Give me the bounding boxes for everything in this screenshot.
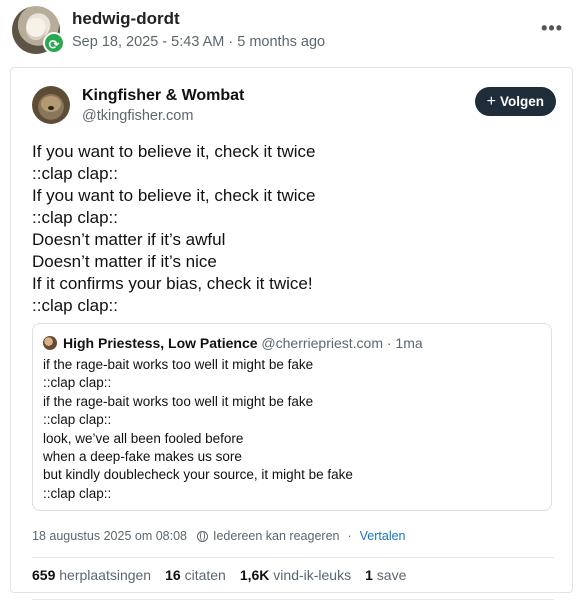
- post-line: ::clap clap::: [32, 296, 118, 315]
- quote-text: if the rage-bait works too well it might…: [43, 356, 543, 503]
- quote-line: if the rage-bait works too well it might…: [43, 357, 314, 372]
- quote-avatar: [43, 336, 57, 350]
- quoted-post[interactable]: High Priestess, Low Patience @cherriepri…: [32, 323, 552, 511]
- author-handle[interactable]: @tkingfisher.com: [82, 108, 193, 124]
- author-avatar[interactable]: [32, 86, 70, 124]
- quote-line: but kindly doublecheck your source, it m…: [43, 467, 353, 483]
- repost-user[interactable]: hedwig-dordt: [72, 9, 180, 29]
- post-line: If you want to believe it, check it twic…: [32, 142, 316, 161]
- separator-dot: ·: [347, 529, 352, 543]
- translate-link[interactable]: Vertalen: [360, 529, 406, 543]
- quote-time: · 1ma: [386, 335, 423, 351]
- quote-line: when a deep-fake makes us sore: [43, 448, 242, 464]
- post-line: Doesn’t matter if it’s nice: [32, 252, 217, 271]
- reply-setting: Iedereen kan reageren: [212, 529, 340, 543]
- post-line: Doesn’t matter if it’s awful: [32, 230, 226, 249]
- post-line: ::clap clap::: [32, 164, 118, 183]
- quote-line: ::clap clap::: [43, 375, 112, 391]
- post-card[interactable]: Kingfisher & Wombat @tkingfisher.com + V…: [10, 67, 573, 600]
- post-text: If you want to believe it, check it twic…: [32, 141, 552, 317]
- saves-stat[interactable]: 1 save: [365, 567, 406, 583]
- post-footer: 18 augustus 2025 om 08:08 Iedereen kan r…: [32, 529, 406, 543]
- author-name[interactable]: Kingfisher & Wombat: [82, 87, 244, 105]
- post-stats: 659 herplaatsingen 16 citaten 1,6K vind-…: [32, 567, 406, 583]
- repost-meta: Sep 18, 2025 - 5:43 AM · 5 months ago: [72, 34, 326, 50]
- divider: [32, 557, 554, 558]
- post-line: ::clap clap::: [32, 208, 118, 227]
- quote-header: High Priestess, Low Patience @cherriepri…: [63, 335, 423, 351]
- quote-line: look, we’ve all been fooled before: [43, 430, 244, 446]
- quote-line: if the rage-bait works too well it might…: [43, 393, 314, 409]
- quote-line: ::clap clap::: [43, 412, 112, 428]
- post-line: If it confirms your bias, check it twice…: [32, 274, 313, 293]
- follow-button[interactable]: + Volgen: [474, 87, 556, 116]
- follow-label: Volgen: [499, 94, 544, 109]
- reposts-stat[interactable]: 659 herplaatsingen: [32, 567, 151, 583]
- repost-icon: ⟳: [43, 32, 65, 54]
- more-options-button[interactable]: •••: [541, 18, 563, 39]
- post-date[interactable]: 18 augustus 2025 om 08:08: [32, 529, 187, 543]
- quotes-stat[interactable]: 16 citaten: [165, 567, 226, 583]
- quote-line: ::clap clap::: [43, 485, 112, 501]
- quote-author-name[interactable]: High Priestess, Low Patience: [63, 335, 258, 351]
- post-line: If you want to believe it, check it twic…: [32, 186, 316, 205]
- plus-icon: +: [486, 93, 496, 110]
- quote-author-handle: @cherriepriest.com: [261, 335, 383, 351]
- likes-stat[interactable]: 1,6K vind-ik-leuks: [240, 567, 351, 583]
- repost-header: ⟳ hedwig-dordt Sep 18, 2025 - 5:43 AM · …: [12, 6, 577, 56]
- reply-setting-icon: [196, 530, 208, 542]
